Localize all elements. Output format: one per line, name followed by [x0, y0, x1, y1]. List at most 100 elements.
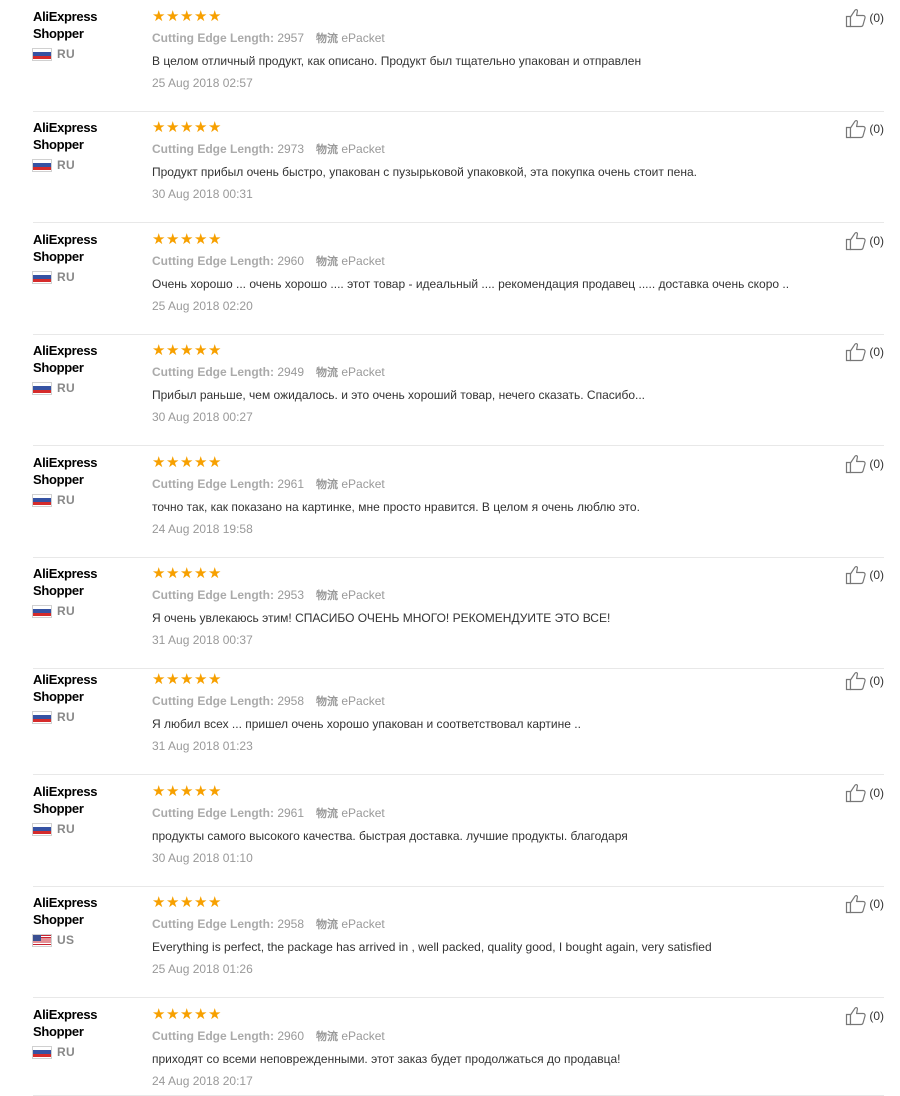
star-rating: ★ ★ ★ ★ ★ [152, 120, 832, 135]
review-attributes: Cutting Edge Length: 2957 物流 ePacket [152, 30, 832, 47]
review-date: 30 Aug 2018 00:27 [152, 410, 253, 424]
helpful-vote: (0) [845, 342, 884, 362]
attribute-value: 2949 [277, 365, 305, 379]
shipping-label: 物流 [316, 807, 339, 820]
star-icon: ★ [166, 341, 180, 359]
reviewer-info: AliExpress Shopper RU [33, 671, 143, 724]
attribute-value: 2953 [277, 588, 305, 602]
review-date: 25 Aug 2018 02:20 [152, 299, 253, 313]
attribute-name: Cutting Edge Length: [152, 254, 274, 268]
review-text: продукты самого высокого качества. быстр… [152, 829, 628, 843]
reviewer-name: AliExpress Shopper [33, 232, 98, 264]
helpful-count: (0) [869, 122, 884, 136]
review-item: AliExpress Shopper RU ★ ★ ★ ★ ★ Cutting Edge Le… [0, 775, 900, 887]
star-icon: ★ [208, 1005, 222, 1023]
star-icon: ★ [152, 1005, 166, 1023]
thumbs-up-icon[interactable] [845, 1006, 867, 1026]
shipping-label: 物流 [316, 366, 339, 379]
thumbs-up-icon[interactable] [845, 671, 867, 691]
thumbs-up-icon[interactable] [845, 894, 867, 914]
country-flag-icon [33, 494, 51, 506]
review-date: 30 Aug 2018 01:10 [152, 851, 253, 865]
shipping-label: 物流 [316, 918, 339, 931]
country-flag-icon [33, 605, 51, 617]
thumbs-up-icon[interactable] [845, 454, 867, 474]
review-date: 25 Aug 2018 02:57 [152, 76, 253, 90]
star-icon: ★ [208, 118, 222, 136]
review-text: Очень хорошо ... очень хорошо .... этот … [152, 277, 790, 291]
star-rating: ★ ★ ★ ★ ★ [152, 895, 832, 910]
star-icon: ★ [152, 230, 166, 248]
review-content: ★ ★ ★ ★ ★ Cutting Edge Length: 2949 物流 ePacket… [152, 343, 832, 425]
helpful-count: (0) [869, 568, 884, 582]
shipping-label: 物流 [316, 32, 339, 45]
review-date: 31 Aug 2018 01:23 [152, 739, 253, 753]
thumbs-up-icon[interactable] [845, 565, 867, 585]
thumbs-up-icon[interactable] [845, 119, 867, 139]
country-code: RU [57, 1045, 75, 1059]
helpful-vote: (0) [845, 454, 884, 474]
star-icon: ★ [194, 341, 208, 359]
review-item: AliExpress Shopper US ★ ★ ★ ★ ★ Cutting Edge Le… [0, 886, 900, 998]
star-icon: ★ [152, 341, 166, 359]
shipping-value: ePacket [341, 477, 385, 491]
helpful-vote: (0) [845, 565, 884, 585]
star-icon: ★ [152, 782, 166, 800]
star-icon: ★ [208, 670, 222, 688]
review-text: Я очень увлекаюсь этим! СПАСИБО ОЧЕНЬ МН… [152, 611, 611, 625]
reviewer-name: AliExpress Shopper [33, 9, 98, 41]
star-icon: ★ [180, 341, 194, 359]
reviewer-info: AliExpress Shopper US [33, 894, 143, 947]
reviewer-name: AliExpress Shopper [33, 784, 98, 816]
review-item: AliExpress Shopper RU ★ ★ ★ ★ ★ Cutting Edge Le… [0, 334, 900, 446]
review-date: 31 Aug 2018 00:37 [152, 633, 253, 647]
reviewer-info: AliExpress Shopper RU [33, 119, 143, 172]
star-icon: ★ [208, 7, 222, 25]
reviewer-info: AliExpress Shopper RU [33, 8, 143, 61]
helpful-count: (0) [869, 11, 884, 25]
shipping-label: 物流 [316, 255, 339, 268]
shipping-value: ePacket [341, 254, 385, 268]
star-icon: ★ [152, 670, 166, 688]
thumbs-up-icon[interactable] [845, 342, 867, 362]
helpful-count: (0) [869, 345, 884, 359]
review-item: AliExpress Shopper RU ★ ★ ★ ★ ★ Cutting Edge Le… [0, 998, 900, 1096]
helpful-vote: (0) [845, 1006, 884, 1026]
shipping-value: ePacket [341, 917, 385, 931]
review-text: Everything is perfect, the package has a… [152, 940, 712, 954]
reviewer-country: RU [33, 822, 143, 836]
attribute-name: Cutting Edge Length: [152, 31, 274, 45]
review-content: ★ ★ ★ ★ ★ Cutting Edge Length: 2953 物流 ePacket… [152, 566, 832, 648]
helpful-count: (0) [869, 457, 884, 471]
helpful-vote: (0) [845, 8, 884, 28]
star-icon: ★ [180, 670, 194, 688]
reviewer-info: AliExpress Shopper RU [33, 565, 143, 618]
thumbs-up-icon[interactable] [845, 8, 867, 28]
attribute-value: 2960 [277, 1029, 305, 1043]
reviewer-name: AliExpress Shopper [33, 120, 98, 152]
attribute-name: Cutting Edge Length: [152, 694, 274, 708]
reviewer-name: AliExpress Shopper [33, 1007, 98, 1039]
review-attributes: Cutting Edge Length: 2949 物流 ePacket [152, 364, 832, 381]
star-icon: ★ [166, 670, 180, 688]
shipping-value: ePacket [341, 806, 385, 820]
shipping-value: ePacket [341, 694, 385, 708]
country-flag-icon [33, 1046, 51, 1058]
reviewer-country: RU [33, 158, 143, 172]
shipping-value: ePacket [341, 31, 385, 45]
attribute-name: Cutting Edge Length: [152, 806, 274, 820]
thumbs-up-icon[interactable] [845, 783, 867, 803]
country-flag-icon [33, 271, 51, 283]
reviewer-name: AliExpress Shopper [33, 566, 98, 598]
star-icon: ★ [180, 893, 194, 911]
review-attributes: Cutting Edge Length: 2973 物流 ePacket [152, 141, 832, 158]
reviewer-name: AliExpress Shopper [33, 895, 98, 927]
star-rating: ★ ★ ★ ★ ★ [152, 9, 832, 24]
country-code: RU [57, 822, 75, 836]
star-rating: ★ ★ ★ ★ ★ [152, 455, 832, 470]
star-icon: ★ [180, 564, 194, 582]
thumbs-up-icon[interactable] [845, 231, 867, 251]
reviewer-name: AliExpress Shopper [33, 455, 98, 487]
review-item: AliExpress Shopper RU ★ ★ ★ ★ ★ Cutting Edge Le… [0, 223, 900, 335]
reviewer-info: AliExpress Shopper RU [33, 342, 143, 395]
